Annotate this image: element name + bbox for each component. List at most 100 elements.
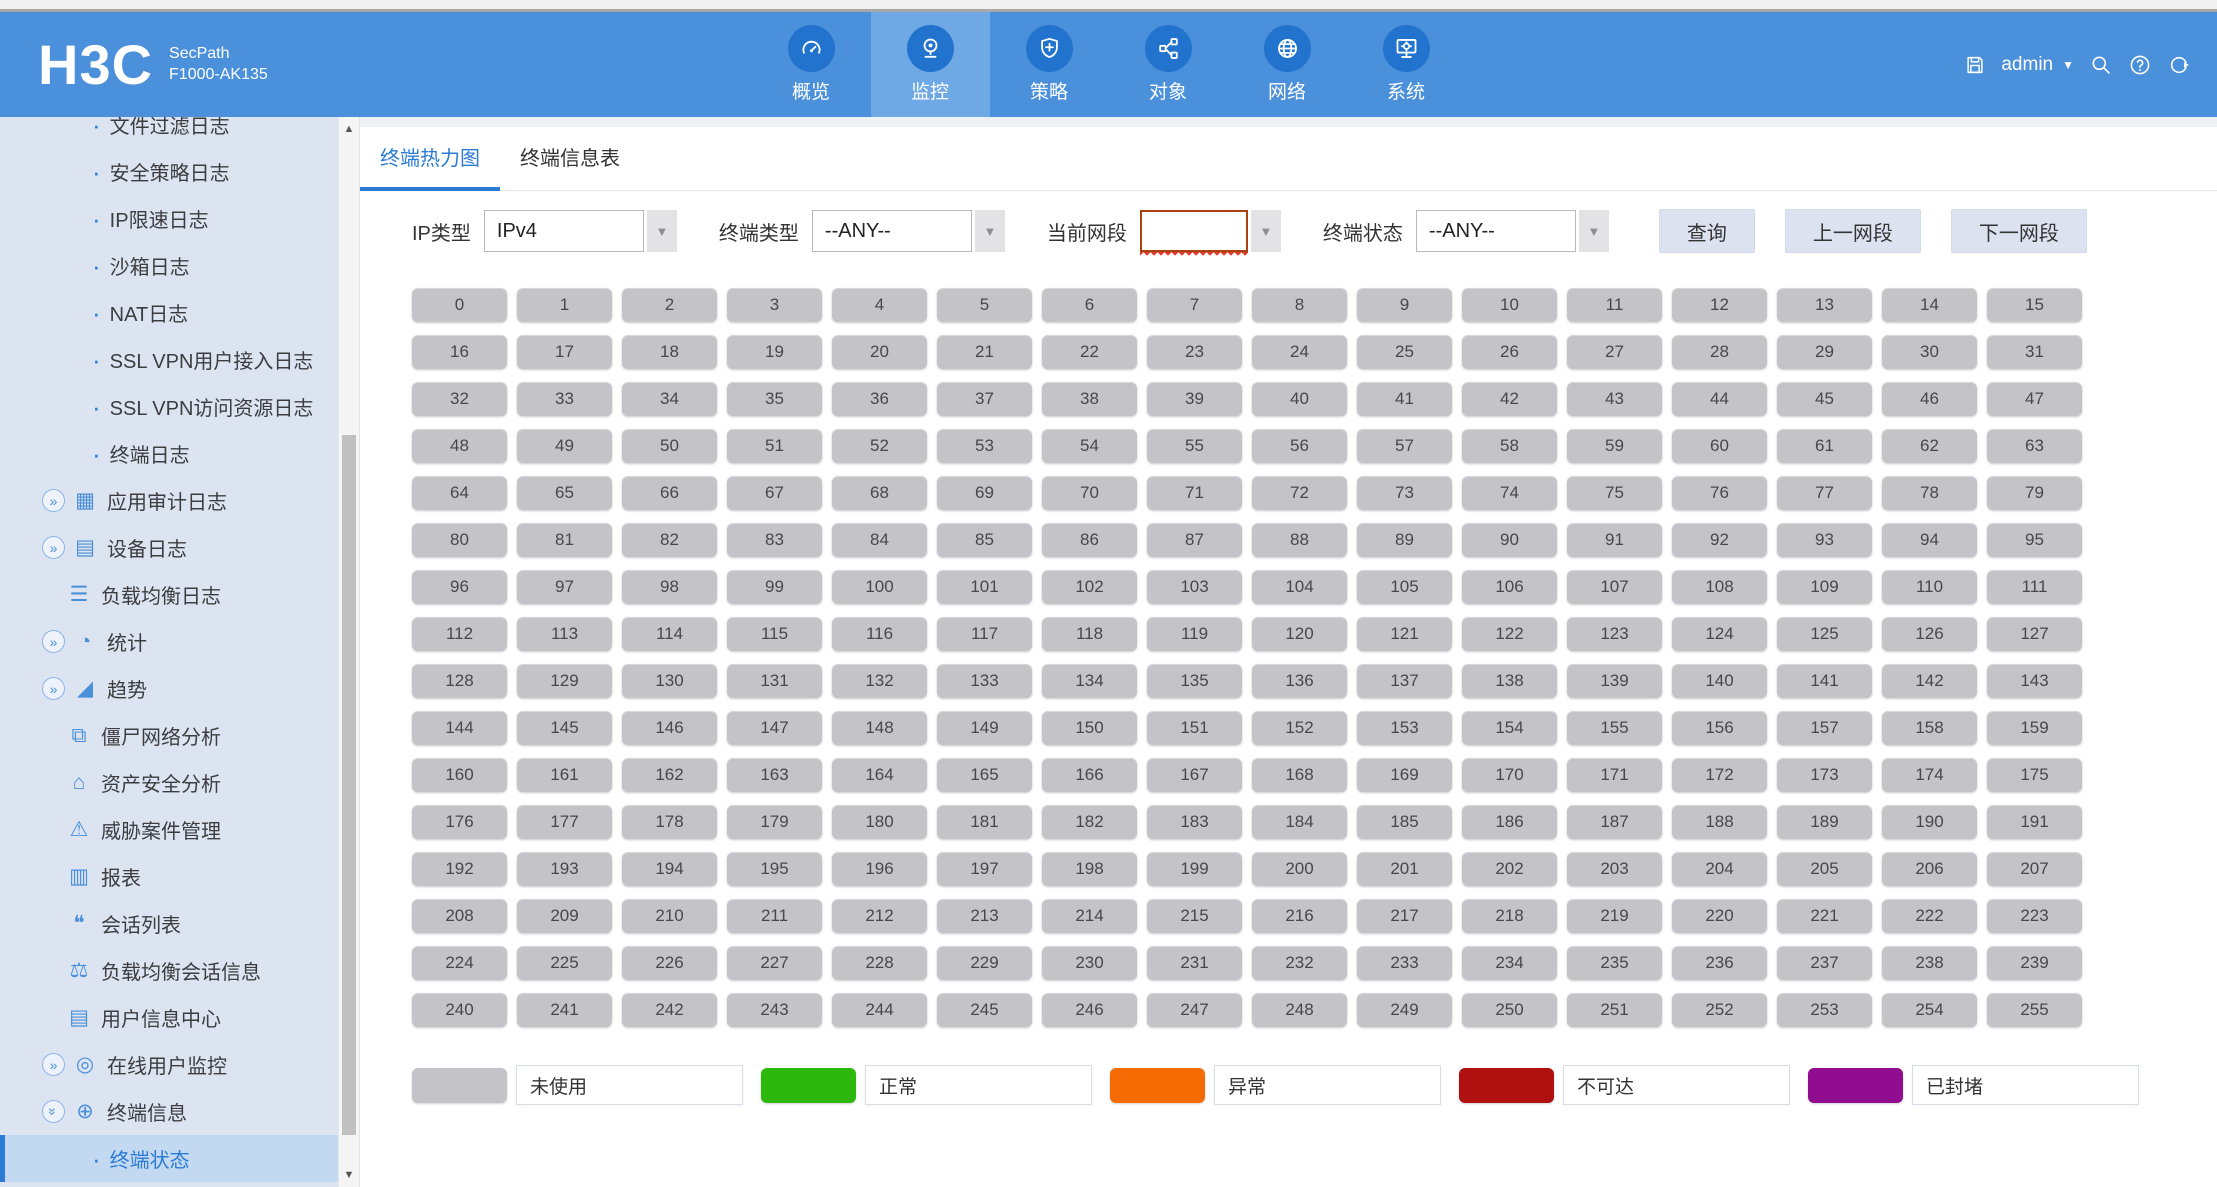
ip-cell-72[interactable]: 72: [1252, 476, 1347, 510]
sidebar-item-负载均衡日志[interactable]: ☰负载均衡日志: [0, 571, 338, 618]
ip-cell-7[interactable]: 7: [1147, 288, 1242, 322]
ip-cell-187[interactable]: 187: [1567, 805, 1662, 839]
ip-cell-202[interactable]: 202: [1462, 852, 1557, 886]
ip-cell-233[interactable]: 233: [1357, 946, 1452, 980]
sidebar-item-终端状态[interactable]: ·终端状态: [0, 1135, 338, 1182]
ip-cell-177[interactable]: 177: [517, 805, 612, 839]
ip-cell-102[interactable]: 102: [1042, 570, 1137, 604]
ip-cell-185[interactable]: 185: [1357, 805, 1452, 839]
ip-cell-32[interactable]: 32: [412, 382, 507, 416]
save-icon[interactable]: [1964, 54, 1986, 76]
ip-cell-166[interactable]: 166: [1042, 758, 1137, 792]
ip-cell-198[interactable]: 198: [1042, 852, 1137, 886]
ip-cell-207[interactable]: 207: [1987, 852, 2082, 886]
ip-cell-213[interactable]: 213: [937, 899, 1032, 933]
ip-cell-236[interactable]: 236: [1672, 946, 1767, 980]
ip-cell-66[interactable]: 66: [622, 476, 717, 510]
ip-cell-13[interactable]: 13: [1777, 288, 1872, 322]
ip-cell-190[interactable]: 190: [1882, 805, 1977, 839]
ip-cell-95[interactable]: 95: [1987, 523, 2082, 557]
help-icon[interactable]: [2128, 53, 2152, 77]
sidebar-item-威胁案件管理[interactable]: ⚠威胁案件管理: [0, 806, 338, 853]
ip-cell-194[interactable]: 194: [622, 852, 717, 886]
ip-cell-241[interactable]: 241: [517, 993, 612, 1027]
ip-cell-64[interactable]: 64: [412, 476, 507, 510]
sidebar-item-趋势[interactable]: »◢趋势: [0, 665, 338, 712]
ip-cell-27[interactable]: 27: [1567, 335, 1662, 369]
ip-type-value[interactable]: IPv4: [484, 210, 644, 252]
ip-cell-80[interactable]: 80: [412, 523, 507, 557]
ip-cell-247[interactable]: 247: [1147, 993, 1242, 1027]
ip-cell-85[interactable]: 85: [937, 523, 1032, 557]
ip-cell-29[interactable]: 29: [1777, 335, 1872, 369]
ip-cell-172[interactable]: 172: [1672, 758, 1767, 792]
ip-cell-5[interactable]: 5: [937, 288, 1032, 322]
ip-cell-2[interactable]: 2: [622, 288, 717, 322]
ip-cell-148[interactable]: 148: [832, 711, 927, 745]
ip-cell-62[interactable]: 62: [1882, 429, 1977, 463]
ip-cell-112[interactable]: 112: [412, 617, 507, 651]
ip-cell-108[interactable]: 108: [1672, 570, 1767, 604]
ip-cell-153[interactable]: 153: [1357, 711, 1452, 745]
ip-cell-91[interactable]: 91: [1567, 523, 1662, 557]
segment-combo[interactable]: ▼: [1140, 210, 1281, 252]
ip-cell-144[interactable]: 144: [412, 711, 507, 745]
ip-cell-59[interactable]: 59: [1567, 429, 1662, 463]
ip-cell-244[interactable]: 244: [832, 993, 927, 1027]
ip-cell-21[interactable]: 21: [937, 335, 1032, 369]
ip-cell-131[interactable]: 131: [727, 664, 822, 698]
collapse-icon[interactable]: »: [42, 1100, 65, 1123]
ip-cell-56[interactable]: 56: [1252, 429, 1347, 463]
ip-cell-42[interactable]: 42: [1462, 382, 1557, 416]
ip-cell-113[interactable]: 113: [517, 617, 612, 651]
ip-cell-114[interactable]: 114: [622, 617, 717, 651]
ip-cell-149[interactable]: 149: [937, 711, 1032, 745]
ip-cell-252[interactable]: 252: [1672, 993, 1767, 1027]
expand-icon[interactable]: »: [42, 536, 65, 559]
ip-cell-191[interactable]: 191: [1987, 805, 2082, 839]
ip-cell-189[interactable]: 189: [1777, 805, 1872, 839]
ip-cell-214[interactable]: 214: [1042, 899, 1137, 933]
ip-cell-90[interactable]: 90: [1462, 523, 1557, 557]
ip-cell-151[interactable]: 151: [1147, 711, 1242, 745]
sidebar-item-会话列表[interactable]: ❝会话列表: [0, 900, 338, 947]
ip-cell-104[interactable]: 104: [1252, 570, 1347, 604]
prev-segment-button[interactable]: 上一网段: [1785, 209, 1921, 253]
ip-cell-159[interactable]: 159: [1987, 711, 2082, 745]
sidebar-item-用户信息中心[interactable]: ▤用户信息中心: [0, 994, 338, 1041]
ip-cell-136[interactable]: 136: [1252, 664, 1347, 698]
ip-cell-181[interactable]: 181: [937, 805, 1032, 839]
ip-cell-167[interactable]: 167: [1147, 758, 1242, 792]
ip-cell-65[interactable]: 65: [517, 476, 612, 510]
sidebar-item-设备日志[interactable]: »▤设备日志: [0, 524, 338, 571]
sidebar-scrollbar[interactable]: ▲ ▼: [338, 117, 359, 1187]
ip-cell-122[interactable]: 122: [1462, 617, 1557, 651]
ip-cell-156[interactable]: 156: [1672, 711, 1767, 745]
ip-cell-83[interactable]: 83: [727, 523, 822, 557]
ip-cell-238[interactable]: 238: [1882, 946, 1977, 980]
ip-cell-30[interactable]: 30: [1882, 335, 1977, 369]
expand-icon[interactable]: »: [42, 677, 65, 700]
ip-cell-105[interactable]: 105: [1357, 570, 1452, 604]
ip-cell-171[interactable]: 171: [1567, 758, 1662, 792]
sidebar-item-SSL VPN用户接入日志[interactable]: ·SSL VPN用户接入日志: [0, 336, 338, 383]
ip-cell-145[interactable]: 145: [517, 711, 612, 745]
ip-cell-188[interactable]: 188: [1672, 805, 1767, 839]
next-segment-button[interactable]: 下一网段: [1951, 209, 2087, 253]
segment-dropdown-icon[interactable]: ▼: [1251, 210, 1281, 252]
ip-cell-160[interactable]: 160: [412, 758, 507, 792]
ip-type-dropdown-icon[interactable]: ▼: [647, 210, 677, 252]
ip-cell-147[interactable]: 147: [727, 711, 822, 745]
ip-cell-139[interactable]: 139: [1567, 664, 1662, 698]
ip-cell-231[interactable]: 231: [1147, 946, 1242, 980]
ip-cell-183[interactable]: 183: [1147, 805, 1242, 839]
ip-cell-70[interactable]: 70: [1042, 476, 1137, 510]
ip-cell-206[interactable]: 206: [1882, 852, 1977, 886]
ip-cell-19[interactable]: 19: [727, 335, 822, 369]
ip-cell-154[interactable]: 154: [1462, 711, 1557, 745]
ip-cell-221[interactable]: 221: [1777, 899, 1872, 933]
sidebar-item-安全策略日志[interactable]: ·安全策略日志: [0, 148, 338, 195]
ip-cell-155[interactable]: 155: [1567, 711, 1662, 745]
sidebar-item-沙箱日志[interactable]: ·沙箱日志: [0, 242, 338, 289]
ip-cell-224[interactable]: 224: [412, 946, 507, 980]
